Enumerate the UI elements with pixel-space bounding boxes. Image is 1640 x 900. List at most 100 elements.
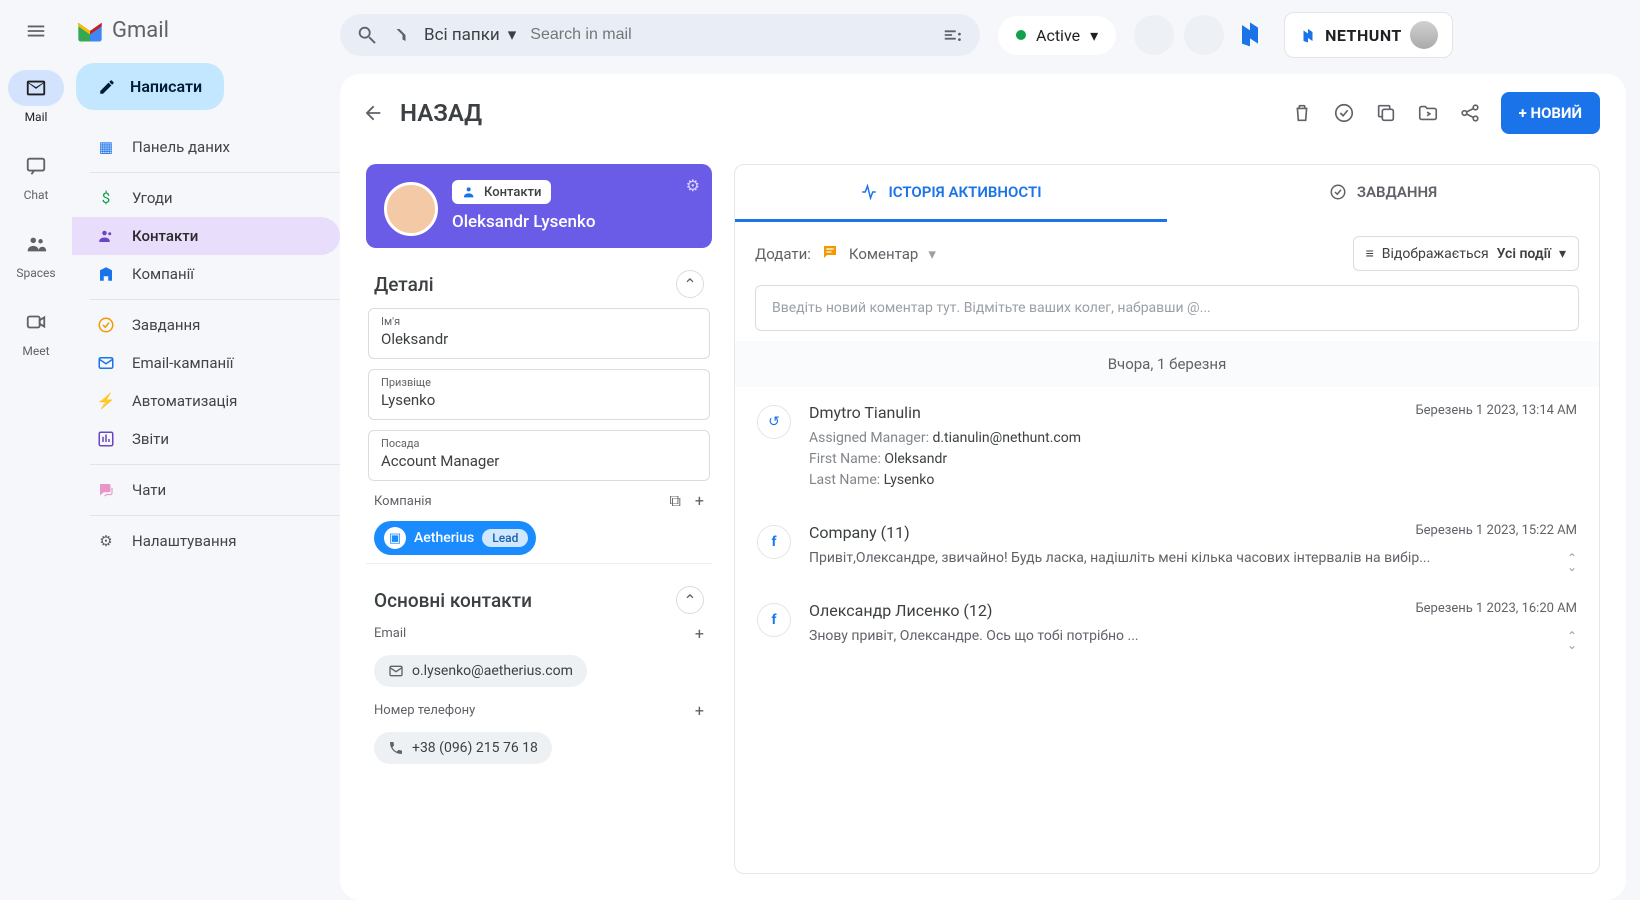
nethunt-filter-icon [392,26,410,44]
nav-campaigns[interactable]: Email-кампанії [72,344,340,382]
chevron-down-icon: ▾ [508,25,517,45]
field-position[interactable]: Посада Account Manager [368,430,710,481]
new-button[interactable]: + НОВИЙ [1501,92,1600,134]
rail-label: Chat [24,188,49,202]
rail-label: Mail [25,110,48,124]
move-icon[interactable] [1417,102,1439,124]
field-last-name[interactable]: Призвіще Lysenko [368,369,710,420]
contact-avatar [384,182,438,236]
nav-label: Чати [132,481,166,499]
rail-item-spaces[interactable]: Spaces [8,226,64,280]
contact-name: Oleksandr Lysenko [452,212,694,232]
rail-item-mail[interactable]: Mail [8,70,64,124]
companies-icon [96,265,116,283]
check-circle-icon[interactable] [1333,102,1355,124]
rail-item-meet[interactable]: Meet [8,304,64,358]
gear-icon: ⚙ [96,532,116,550]
display-filter[interactable]: ≡ Відображається Усі події ▾ [1353,236,1579,271]
nav-label: Компанії [132,265,194,283]
activity-time: Березень 1 2023, 13:14 AM [1415,403,1577,418]
nav-tasks[interactable]: Завдання [72,306,340,344]
compose-label: Написати [130,77,202,96]
tab-activity[interactable]: ІСТОРІЯ АКТИВНОСТІ [735,165,1167,222]
company-chip[interactable]: ▣ Aetherius Lead [374,521,536,555]
nav-automation[interactable]: ⚡Автоматизація [72,382,340,420]
activity-item[interactable]: f Company (11) Привіт,Олександре, звичай… [735,507,1599,585]
tasks-icon [1329,183,1347,201]
collapse-button[interactable]: ⌃ [676,586,704,614]
nav-label: Контакти [132,227,198,245]
date-separator: Вчора, 1 березня [735,341,1599,387]
folder-dropdown[interactable]: Всі папки ▾ [424,25,516,45]
search-bar[interactable]: Всі папки ▾ [340,14,980,56]
rail-item-chat[interactable]: Chat [8,148,64,202]
comment-input[interactable]: Введіть новий коментар тут. Відмітьте ва… [755,285,1579,331]
status-dot-icon [1016,30,1026,40]
nav-label: Панель даних [132,138,230,156]
folder-chip[interactable]: Контакти [452,180,551,204]
search-options-icon[interactable] [942,24,964,46]
folder-chip-label: Контакти [484,185,541,200]
tab-tasks[interactable]: ЗАВДАННЯ [1167,165,1599,222]
gear-icon[interactable]: ⚙ [686,176,700,195]
nav-label: Звіти [132,430,169,448]
nav-settings[interactable]: ⚙ Налаштування [72,522,340,560]
activity-icon [860,183,878,201]
comment-dropdown[interactable]: Коментар [849,245,918,263]
field-first-name[interactable]: Ім'я Oleksandr [368,308,710,359]
filter-icon: ≡ [1366,245,1374,262]
share-icon[interactable] [1459,102,1481,124]
activity-time: Березень 1 2023, 15:22 AM [1415,523,1577,538]
phone-label: Номер телефону [374,703,475,718]
top-action-2[interactable] [1184,15,1224,55]
nethunt-logo-icon [1299,26,1317,44]
phone-chip[interactable]: +38 (096) 215 76 18 [374,732,552,764]
add-icon[interactable]: + [695,701,704,720]
expand-icon[interactable]: ⌃⌄ [1567,554,1577,571]
company-label: Компанія [374,494,432,509]
status-dropdown[interactable]: Active ▾ [998,16,1116,55]
add-icon[interactable]: + [695,624,704,643]
nav-dashboard[interactable]: ▦Панель даних [72,128,340,166]
nav-contacts[interactable]: Контакти [72,217,340,255]
email-chip[interactable]: o.lysenko@aetherius.com [374,655,587,687]
delete-icon[interactable] [1291,102,1313,124]
rail-label: Spaces [16,266,55,280]
nethunt-glyph-icon[interactable] [1234,17,1266,53]
collapse-button[interactable]: ⌃ [676,270,704,298]
comment-icon [821,243,839,265]
nethunt-account-button[interactable]: NETHUNT [1284,12,1453,58]
phone-icon [388,740,404,756]
nav-chats[interactable]: Чати [72,471,340,509]
activity-item[interactable]: f Олександр Лисенко (12) Знову привіт, О… [735,585,1599,663]
menu-toggle-icon[interactable] [25,20,47,46]
copy-icon[interactable] [1375,102,1397,124]
tasks-icon [96,316,116,334]
deals-icon: $ [96,189,116,207]
add-icon[interactable]: + [695,491,704,511]
nav-deals[interactable]: $Угоди [72,179,340,217]
chevron-down-icon: ▾ [1559,246,1566,262]
external-link-icon[interactable]: ⧉ [669,491,680,511]
nav-label: Завдання [132,316,200,334]
compose-button[interactable]: Написати [76,63,224,110]
folder-label: Всі папки [424,25,500,45]
gmail-logo[interactable]: Gmail [72,12,340,57]
back-arrow-icon[interactable] [362,102,384,124]
email-label: Email [374,626,406,641]
nav-label: Налаштування [132,532,237,550]
expand-icon[interactable]: ⌃⌄ [1567,632,1577,649]
nav-label: Автоматизація [132,392,237,410]
avatar [1410,21,1438,49]
section-title-primary: Основні контакти [374,589,532,612]
search-input[interactable] [530,26,928,44]
nav-companies[interactable]: Компанії [72,255,340,293]
activity-item[interactable]: ↺ Dmytro Tianulin Assigned Manager: d.ti… [735,387,1599,507]
facebook-icon: f [757,603,791,637]
section-title-details: Деталі [374,273,434,296]
chevron-down-icon: ▾ [1090,26,1098,45]
nav-label: Email-кампанії [132,354,234,372]
nav-reports[interactable]: Звіти [72,420,340,458]
add-label: Додати: [755,245,811,263]
top-action-1[interactable] [1134,15,1174,55]
